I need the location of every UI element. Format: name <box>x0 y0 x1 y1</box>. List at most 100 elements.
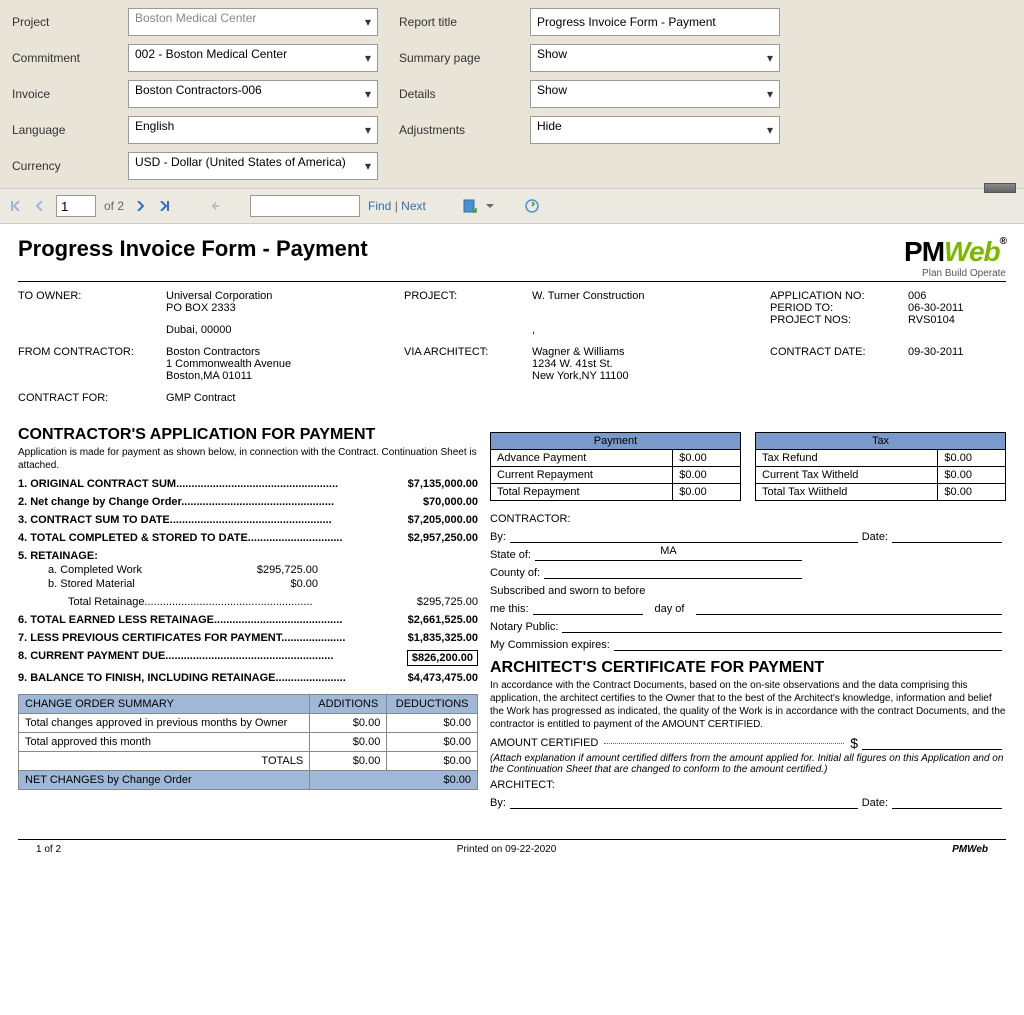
via-name: Wagner & Williams <box>532 346 762 358</box>
co-r3-add: $0.00 <box>310 752 387 771</box>
line8-val: $826,200.00 <box>407 650 478 666</box>
co-r3-label: TOTALS <box>19 752 310 771</box>
last-page-button[interactable] <box>156 198 172 214</box>
sig-contractor: CONTRACTOR: <box>490 513 1006 525</box>
select-currency[interactable]: USD - Dollar (United States of America) <box>128 152 378 180</box>
sig-by-label: By: <box>490 531 506 543</box>
select-summary-page[interactable]: Show <box>530 44 780 72</box>
tax-header: Tax <box>756 433 1006 450</box>
arch-text: In accordance with the Contract Document… <box>490 679 1006 731</box>
tax-r1l: Tax Refund <box>756 450 938 467</box>
sig-me-this: me this: <box>490 603 529 615</box>
next-link[interactable]: Next <box>401 199 426 213</box>
logo-tagline: Plan Build Operate <box>904 268 1006 279</box>
refresh-icon[interactable] <box>524 198 540 214</box>
select-project-value: Boston Medical Center <box>135 11 256 25</box>
from-addr1: 1 Commonwealth Avenue <box>166 358 396 370</box>
table-row: Advance Payment$0.00 <box>491 450 741 467</box>
first-page-button[interactable] <box>8 198 24 214</box>
select-language-value: English <box>135 119 174 133</box>
from-name: Boston Contractors <box>166 346 396 358</box>
tax-r2v: $0.00 <box>938 467 1006 484</box>
export-icon[interactable] <box>462 198 478 214</box>
change-order-table: CHANGE ORDER SUMMARYADDITIONSDEDUCTIONS … <box>18 694 478 790</box>
line4-val: $2,957,250.00 <box>408 532 478 544</box>
select-invoice-value: Boston Contractors-006 <box>135 83 262 97</box>
select-commitment[interactable]: 002 - Boston Medical Center <box>128 44 378 72</box>
pay-r1v: $0.00 <box>673 450 741 467</box>
table-row: Total approved this month$0.00$0.00 <box>19 733 478 752</box>
line7-label: 7. LESS PREVIOUS CERTIFICATES FOR PAYMEN… <box>18 632 345 644</box>
select-currency-value: USD - Dollar (United States of America) <box>135 155 346 169</box>
logo-reg: ® <box>1000 236 1006 247</box>
sig-commission: My Commission expires: <box>490 639 610 651</box>
contract-date: 09-30-2011 <box>908 346 1018 382</box>
line7-val: $1,835,325.00 <box>408 632 478 644</box>
filter-panel: Project Boston Medical Center Report tit… <box>0 0 1024 188</box>
select-language[interactable]: English <box>128 116 378 144</box>
via-addr1: 1234 W. 41st St. <box>532 358 762 370</box>
tax-r3l: Total Tax Wiitheld <box>756 484 938 501</box>
sig-date-label: Date: <box>862 531 888 543</box>
pay-r3l: Total Repayment <box>491 484 673 501</box>
line9-label: 9. BALANCE TO FINISH, INCLUDING RETAINAG… <box>18 672 346 684</box>
input-report-title[interactable] <box>530 8 780 36</box>
co-r4-val: $0.00 <box>310 771 478 790</box>
tax-r3v: $0.00 <box>938 484 1006 501</box>
payment-table: Payment Advance Payment$0.00 Current Rep… <box>490 432 741 501</box>
line3-val: $7,205,000.00 <box>408 514 478 526</box>
co-h1: CHANGE ORDER SUMMARY <box>19 695 310 714</box>
footer-page: 1 of 2 <box>36 844 61 855</box>
from-addr2: Boston,MA 01011 <box>166 370 396 382</box>
amount-cert-dollar: $ <box>850 735 858 751</box>
project-comma: , <box>532 324 762 336</box>
select-details[interactable]: Show <box>530 80 780 108</box>
co-r3-ded: $0.00 <box>387 752 478 771</box>
pay-r3v: $0.00 <box>673 484 741 501</box>
line3-label: 3. CONTRACT SUM TO DATE.................… <box>18 514 332 526</box>
next-page-button[interactable] <box>132 198 148 214</box>
select-details-value: Show <box>537 83 567 97</box>
pay-r2l: Current Repayment <box>491 467 673 484</box>
co-r2-ded: $0.00 <box>387 733 478 752</box>
table-row: Total Tax Wiitheld$0.00 <box>756 484 1006 501</box>
table-row: Total Repayment$0.00 <box>491 484 741 501</box>
select-adjustments-value: Hide <box>537 119 562 133</box>
line5b-val: $0.00 <box>290 578 318 590</box>
report-toolbar: of 2 Find | Next <box>0 188 1024 224</box>
co-r2-add: $0.00 <box>310 733 387 752</box>
prev-page-button[interactable] <box>32 198 48 214</box>
co-r1-label: Total changes approved in previous month… <box>19 714 310 733</box>
table-row: Current Tax Witheld$0.00 <box>756 467 1006 484</box>
app-no: 006 <box>908 290 1018 302</box>
page-input[interactable] <box>56 195 96 217</box>
select-adjustments[interactable]: Hide <box>530 116 780 144</box>
project-label: PROJECT: <box>404 290 524 336</box>
sig-day-of: day of <box>655 603 685 615</box>
app-sub: Application is made for payment as shown… <box>18 446 478 472</box>
report-footer: 1 of 2 Printed on 09-22-2020 PMWeb <box>18 839 1006 873</box>
report-body: Progress Invoice Form - Payment PMWeb® P… <box>0 224 1024 821</box>
to-owner-name: Universal Corporation <box>166 290 396 302</box>
contract-date-label: CONTRACT DATE: <box>770 346 900 382</box>
label-adjustments: Adjustments <box>399 123 514 137</box>
signature-block: CONTRACTOR: By: Date: State of:MA County… <box>490 513 1006 651</box>
find-link[interactable]: Find <box>368 199 391 213</box>
label-invoice: Invoice <box>12 87 112 101</box>
table-row: Current Repayment$0.00 <box>491 467 741 484</box>
co-r1-ded: $0.00 <box>387 714 478 733</box>
drag-handle[interactable] <box>984 183 1016 193</box>
back-parent-button[interactable] <box>208 198 224 214</box>
select-invoice[interactable]: Boston Contractors-006 <box>128 80 378 108</box>
line1-label: 1. ORIGINAL CONTRACT SUM................… <box>18 478 338 490</box>
arch-by-label: By: <box>490 797 506 809</box>
line4-label: 4. TOTAL COMPLETED & STORED TO DATE.....… <box>18 532 343 544</box>
sig-state-label: State of: <box>490 549 531 561</box>
via-addr2: New York,NY 11100 <box>532 370 762 382</box>
find-input[interactable] <box>250 195 360 217</box>
table-row: TOTALS$0.00$0.00 <box>19 752 478 771</box>
label-currency: Currency <box>12 159 112 173</box>
export-dropdown-icon[interactable] <box>482 198 498 214</box>
pay-r1l: Advance Payment <box>491 450 673 467</box>
select-project[interactable]: Boston Medical Center <box>128 8 378 36</box>
